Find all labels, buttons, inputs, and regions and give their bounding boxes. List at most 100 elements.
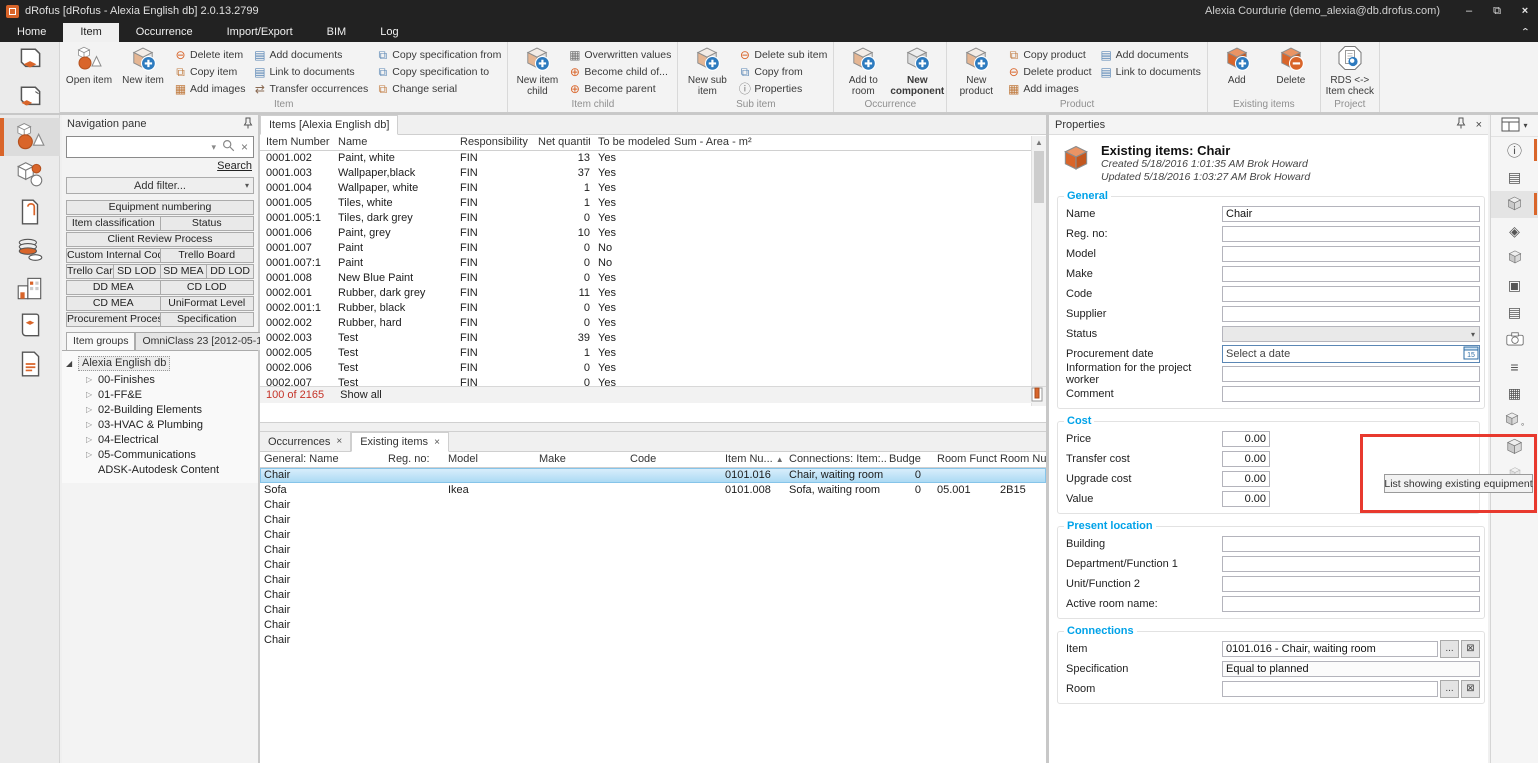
sidebar-item-items[interactable] bbox=[0, 118, 60, 156]
filter-button-status[interactable]: Status bbox=[161, 216, 255, 231]
table-row[interactable]: 0001.005:1Tiles, dark greyFIN0Yes bbox=[260, 211, 1046, 226]
scroll-up-icon[interactable]: ▲ bbox=[1032, 136, 1046, 150]
filter-button-client-review-process[interactable]: Client Review Process bbox=[66, 232, 254, 247]
menu-tab-home[interactable]: Home bbox=[0, 23, 63, 42]
tab-items[interactable]: Items [Alexia English db] bbox=[260, 115, 398, 135]
menu-tab-importexport[interactable]: Import/Export bbox=[210, 23, 310, 42]
tree-node-05-communications[interactable]: ▷05-Communications bbox=[64, 447, 258, 462]
restore-button[interactable]: ⧉ bbox=[1484, 1, 1510, 21]
field-transfer-cost-input[interactable]: 0.00 bbox=[1222, 451, 1270, 467]
add-images-button[interactable]: ▦Add images bbox=[171, 80, 248, 97]
tree-node-00-finishes[interactable]: ▷00-Finishes bbox=[64, 372, 258, 387]
tree-node-adsk-autodesk-content[interactable]: ADSK-Autodesk Content bbox=[64, 462, 258, 477]
tree-root-node[interactable]: ◢Alexia English db bbox=[64, 355, 258, 372]
collapse-ribbon-button[interactable]: ⌃ bbox=[1521, 26, 1530, 36]
right-rail-item-grid-button[interactable]: ▦ bbox=[1491, 380, 1538, 407]
filter-button-dd-mea[interactable]: DD MEA bbox=[66, 280, 161, 295]
properties-button[interactable]: ⓘProperties bbox=[735, 80, 830, 97]
add-documents-button[interactable]: ▤Add documents bbox=[1097, 46, 1204, 63]
menu-tab-item[interactable]: Item bbox=[63, 23, 118, 42]
right-rail-info-button[interactable]: ⓘ bbox=[1491, 137, 1538, 164]
column-header-4[interactable]: Code bbox=[630, 452, 723, 468]
field-upgrade-cost-input[interactable]: 0.00 bbox=[1222, 471, 1270, 487]
new-item-button[interactable]: New item bbox=[117, 43, 169, 86]
table-row[interactable]: Chair bbox=[260, 558, 1046, 573]
column-header-5[interactable]: Item Nu...▲ bbox=[725, 452, 785, 468]
field-status-select[interactable]: ▾ bbox=[1222, 326, 1480, 342]
table-row[interactable]: 0001.007:1PaintFIN0No bbox=[260, 256, 1046, 271]
column-header-1[interactable]: Reg. no: bbox=[388, 452, 446, 468]
filter-button-item-classification[interactable]: Item classification bbox=[66, 216, 161, 231]
add-filter-button[interactable]: Add filter... ▾ bbox=[66, 177, 254, 194]
column-header-6[interactable]: Connections: Item:... bbox=[789, 452, 887, 468]
field-building-input[interactable] bbox=[1222, 536, 1480, 552]
copy-specification-to-button[interactable]: ⧉Copy specification to bbox=[373, 63, 504, 80]
table-row[interactable]: 0002.003TestFIN39Yes bbox=[260, 331, 1046, 346]
add-button[interactable]: Add bbox=[1211, 43, 1263, 86]
search-input[interactable]: ▾ × bbox=[66, 136, 254, 158]
table-row[interactable]: Chair bbox=[260, 588, 1046, 603]
field-supplier-input[interactable] bbox=[1222, 306, 1480, 322]
right-rail-attached-documents-button[interactable]: ▤ bbox=[1491, 299, 1538, 326]
copy-product-button[interactable]: ⧉Copy product bbox=[1004, 46, 1094, 63]
chevron-down-icon[interactable]: ▾ bbox=[211, 142, 216, 153]
search-link[interactable]: Search bbox=[217, 160, 252, 172]
filter-button-equipment-numbering[interactable]: Equipment numbering bbox=[66, 200, 254, 215]
new-item-child-button[interactable]: New item child bbox=[511, 43, 563, 97]
overwritten-values-button[interactable]: ▦Overwritten values bbox=[565, 46, 674, 63]
sidebar-item-finance[interactable] bbox=[0, 232, 60, 270]
link-to-documents-button[interactable]: ▤Link to documents bbox=[250, 63, 371, 80]
layout-selector-button[interactable]: ▾ bbox=[1491, 115, 1538, 137]
right-rail-classification-button[interactable] bbox=[1491, 245, 1538, 272]
table-row[interactable]: 0001.002Paint, whiteFIN13Yes bbox=[260, 151, 1046, 166]
table-row[interactable]: Chair bbox=[260, 633, 1046, 648]
table-row[interactable]: 0001.003Wallpaper,blackFIN37Yes bbox=[260, 166, 1046, 181]
filter-button-trello-card[interactable]: Trello Card bbox=[66, 264, 114, 279]
filter-button-custom-internal-code[interactable]: Custom Internal Code bbox=[66, 248, 161, 263]
column-header-2[interactable]: Model bbox=[448, 452, 537, 468]
menu-tab-log[interactable]: Log bbox=[363, 23, 415, 42]
tree-node-04-electrical[interactable]: ▷04-Electrical bbox=[64, 432, 258, 447]
column-header-9[interactable]: Room Nu... bbox=[1000, 452, 1046, 468]
table-row[interactable]: 0001.008New Blue PaintFIN0Yes bbox=[260, 271, 1046, 286]
new-sub-item-button[interactable]: New sub item bbox=[681, 43, 733, 97]
copy-item-button[interactable]: ⧉Copy item bbox=[171, 63, 248, 80]
clear-search-icon[interactable]: × bbox=[241, 140, 248, 154]
show-all-link[interactable]: Show all bbox=[340, 389, 382, 401]
close-panel-icon[interactable]: × bbox=[1476, 119, 1482, 131]
table-row[interactable]: 0001.004Wallpaper, whiteFIN1Yes bbox=[260, 181, 1046, 196]
filter-button-cd-lod[interactable]: CD LOD bbox=[161, 280, 255, 295]
table-row[interactable]: Chair0101.016Chair, waiting room0 bbox=[260, 468, 1046, 483]
new-product-button[interactable]: New product bbox=[950, 43, 1002, 97]
table-row[interactable]: Chair bbox=[260, 513, 1046, 528]
become-parent-button[interactable]: ⊕Become parent bbox=[565, 80, 674, 97]
filter-button-sd-lod[interactable]: SD LOD bbox=[114, 264, 161, 279]
filter-button-trello-board[interactable]: Trello Board bbox=[161, 248, 255, 263]
filter-button-specification[interactable]: Specification bbox=[161, 312, 255, 327]
column-header-0[interactable]: General: Name bbox=[264, 452, 386, 468]
right-rail-occurrences-button[interactable] bbox=[1491, 191, 1538, 218]
table-row[interactable]: 0001.006Paint, greyFIN10Yes bbox=[260, 226, 1046, 241]
field-item-clear-button[interactable]: ⊠ bbox=[1461, 640, 1480, 658]
link-to-documents-button[interactable]: ▤Link to documents bbox=[1097, 63, 1204, 80]
column-header-3[interactable]: Net quantity bbox=[538, 135, 590, 151]
table-row[interactable]: 0001.007PaintFIN0No bbox=[260, 241, 1046, 256]
menu-tab-bim[interactable]: BIM bbox=[310, 23, 364, 42]
add-to-room-button[interactable]: Add to room bbox=[837, 43, 889, 97]
tree-node-02-building-elements[interactable]: ▷02-Building Elements bbox=[64, 402, 258, 417]
delete-button[interactable]: Delete bbox=[1265, 43, 1317, 86]
field-name-input[interactable]: Chair bbox=[1222, 206, 1480, 222]
become-child-of--button[interactable]: ⊕Become child of... bbox=[565, 63, 674, 80]
filter-button-uniformat-level[interactable]: UniFormat Level bbox=[161, 296, 255, 311]
right-rail-sub-items-button[interactable]: ∘ bbox=[1491, 407, 1538, 434]
tree-node-03-hvac-plumbing[interactable]: ▷03-HVAC & Plumbing bbox=[64, 417, 258, 432]
field-procurement-date-input[interactable]: Select a date15 bbox=[1222, 345, 1480, 363]
column-header-8[interactable]: Room Funct... bbox=[937, 452, 997, 468]
field-room-browse-button[interactable]: ... bbox=[1440, 680, 1459, 698]
nav-tab-omniclass-23-2012-05-16-[interactable]: OmniClass 23 [2012-05-16] bbox=[135, 332, 277, 350]
sidebar-item-reports[interactable] bbox=[0, 346, 60, 384]
table-row[interactable]: Chair bbox=[260, 528, 1046, 543]
table-row[interactable]: Chair bbox=[260, 618, 1046, 633]
field-value-input[interactable]: 0.00 bbox=[1222, 491, 1270, 507]
add-documents-button[interactable]: ▤Add documents bbox=[250, 46, 371, 63]
